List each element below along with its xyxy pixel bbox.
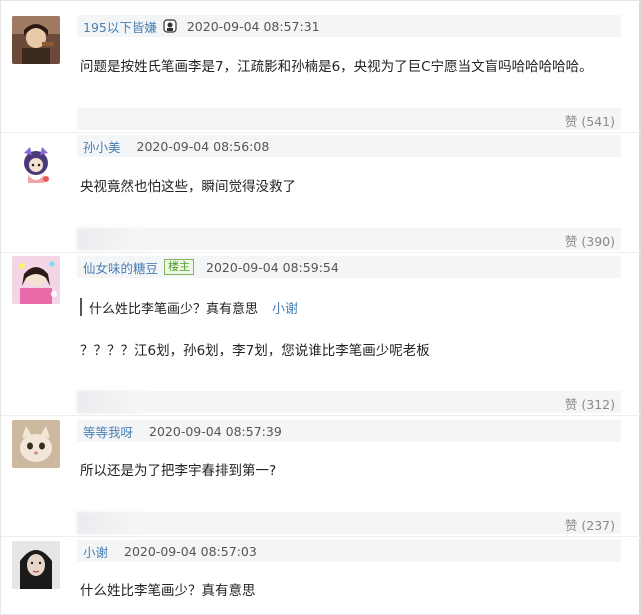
avatar[interactable] <box>12 541 60 589</box>
comment-timestamp: 2020-09-04 08:56:08 <box>136 138 270 154</box>
quote-username-link[interactable]: 小谢 <box>272 298 298 317</box>
comment-footer: 赞 (390) <box>77 228 621 250</box>
username-link[interactable]: 孙小美 <box>83 137 121 156</box>
divider <box>1 252 641 253</box>
like-button[interactable]: 赞 (237) <box>565 515 615 534</box>
blurred-region <box>77 391 147 413</box>
avatar[interactable] <box>12 16 60 64</box>
like-button[interactable]: 赞 (390) <box>565 231 615 250</box>
comment-text: 央视竟然也怕这些，瞬间觉得没救了 <box>80 179 296 195</box>
blurred-region <box>77 228 147 250</box>
divider <box>1 415 641 416</box>
comment-header: 小谢 2020-09-04 08:57:03 <box>77 540 621 562</box>
comment-header: 195以下皆嫌 2020-09-04 08:57:31 <box>77 15 621 37</box>
username-link[interactable]: 195以下皆嫌 <box>83 17 157 36</box>
username-link[interactable]: 等等我呀 <box>83 422 133 441</box>
avatar[interactable] <box>12 420 60 468</box>
comment-timestamp: 2020-09-04 08:57:31 <box>186 18 320 34</box>
username-link[interactable]: 小谢 <box>83 542 108 561</box>
comment-header: 等等我呀 2020-09-04 08:57:39 <box>77 420 621 442</box>
avatar[interactable] <box>12 141 60 189</box>
quoted-reply: 什么姓比李笔画少？真有意思 小谢 <box>80 298 298 317</box>
like-button[interactable]: 赞 (312) <box>565 394 615 413</box>
username-link[interactable]: 仙女味的糖豆 <box>83 258 158 277</box>
divider <box>1 536 641 537</box>
comment-timestamp: 2020-09-04 08:57:03 <box>124 543 257 559</box>
comment-text: 问题是按姓氏笔画李是7，江疏影和孙楠是6，央视为了巨C宁愿当文盲吗哈哈哈哈哈。 <box>80 59 593 75</box>
comment-header: 孙小美 2020-09-04 08:56:08 <box>77 135 621 157</box>
comment-timestamp: 2020-09-04 08:57:39 <box>149 423 282 439</box>
comment-footer: 赞 (237) <box>77 512 621 534</box>
comment-text: ？？？？江6划，孙6划，李7划，您说谁比李笔画少呢老板 <box>80 343 430 359</box>
comment-footer: 赞 (312) <box>77 391 621 413</box>
user-badge-icon <box>163 19 177 33</box>
comment-text: 所以还是为了把李宇春排到第一? <box>80 463 277 479</box>
like-button[interactable]: 赞 (541) <box>565 111 615 130</box>
blurred-region <box>77 512 147 534</box>
thread-owner-badge: 楼主 <box>164 259 195 275</box>
comment-list: 195以下皆嫌 2020-09-04 08:57:31 问题是按姓氏笔画李是7，… <box>0 0 641 615</box>
avatar[interactable] <box>12 256 60 304</box>
divider <box>1 132 641 133</box>
comment-timestamp: 2020-09-04 08:59:54 <box>206 259 339 275</box>
comment-header: 仙女味的糖豆 楼主 2020-09-04 08:59:54 <box>77 256 621 278</box>
comment-text: 什么姓比李笔画少？真有意思 <box>80 583 256 599</box>
quote-text: 什么姓比李笔画少？真有意思 <box>89 301 259 317</box>
comment-footer: 赞 (541) <box>77 108 621 130</box>
